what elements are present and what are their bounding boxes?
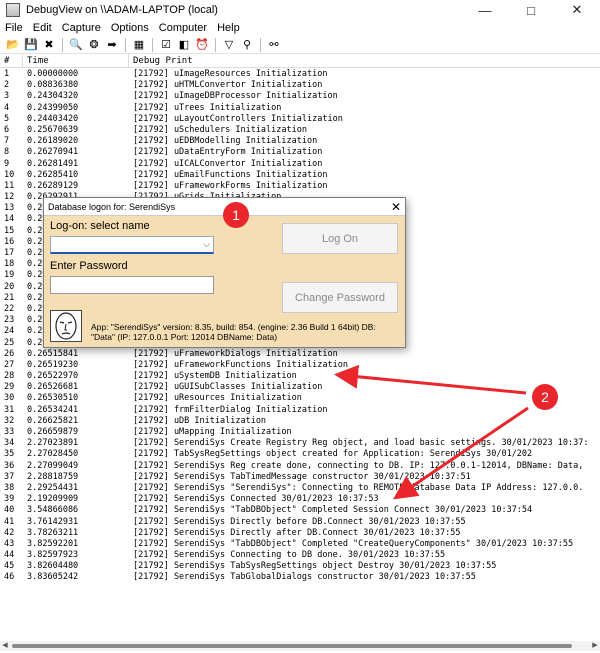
annotation-arrow-line xyxy=(393,406,529,500)
annotation-marker-2: 2 xyxy=(532,384,558,410)
annotation-marker-1: 1 xyxy=(223,202,249,228)
annotation-arrows xyxy=(334,364,529,500)
annotation-arrow-line xyxy=(334,364,527,395)
